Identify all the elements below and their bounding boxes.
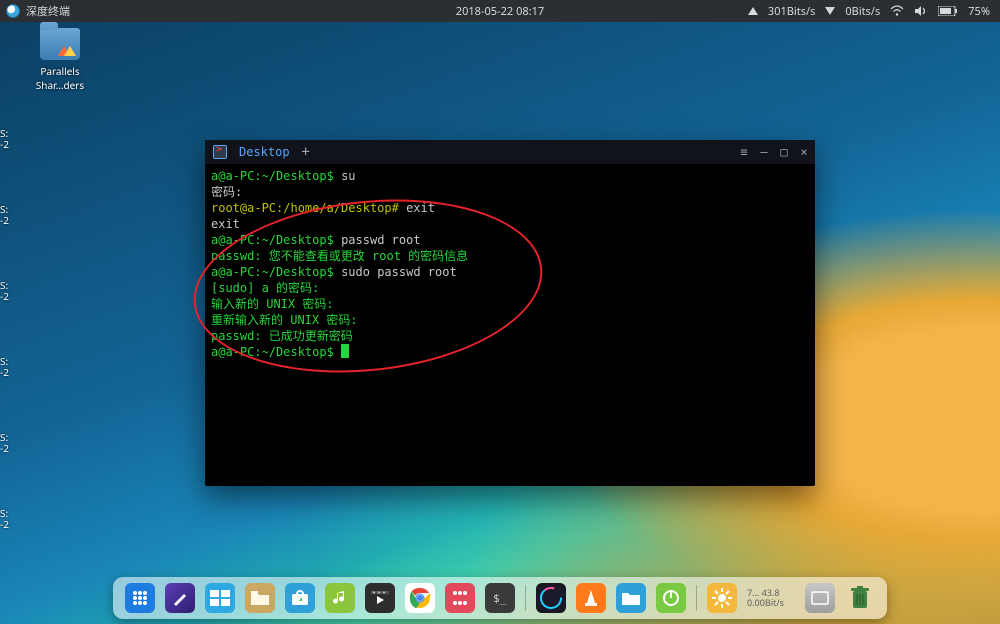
edge-date-6: S:-2 [0,508,9,530]
topbar-app-title: 深度终端 [26,3,70,19]
app-store-icon[interactable] [285,583,315,613]
terminal-window[interactable]: Desktop + ≡ – □ × a@a-PC:~/Desktop$ su 密… [205,140,815,486]
edge-date-2: S:-2 [0,204,9,226]
edge-date-3: S:-2 [0,280,9,302]
window-menu-button[interactable]: ≡ [737,145,751,159]
terminal-app-icon [213,145,227,159]
volume-icon[interactable] [914,5,928,17]
edge-date-1: S:-2 [0,128,9,150]
topbar-left: 深度终端 [0,3,70,19]
edge-date-4: S:-2 [0,356,9,378]
desktop-icon-label-1: Parallels [25,64,95,78]
chrome-icon[interactable] [405,583,435,613]
topbar-right: 301Bits/s 0Bits/s 75% [748,4,1000,19]
terminal-titlebar[interactable]: Desktop + ≡ – □ × [205,140,815,164]
dock: $_ 7… 43.8 0.00Bit/s [113,577,887,619]
system-monitor-icon[interactable] [536,583,566,613]
net-up-value: 301Bits/s [768,4,815,19]
dock-separator [525,585,526,611]
window-maximize-button[interactable]: □ [777,145,791,159]
topbar-datetime[interactable]: 2018-05-22 08:17 [456,4,544,19]
deepin-logo-icon[interactable] [6,4,20,18]
multitask-icon[interactable] [205,583,235,613]
video-icon[interactable] [365,583,395,613]
desktop-icon-parallels-shared[interactable]: Parallels Shar…ders [25,28,95,92]
desktop-icon-label-2: Shar…ders [25,78,95,92]
net-down-value: 0Bits/s [845,4,880,19]
show-desktop-icon[interactable] [805,583,835,613]
dock-separator-2 [696,585,697,611]
window-close-button[interactable]: × [797,145,811,159]
power-icon[interactable] [656,583,686,613]
top-bar: 深度终端 2018-05-22 08:17 301Bits/s 0Bits/s … [0,0,1000,22]
dock-network-meter: 7… 43.8 0.00Bit/s [747,588,795,608]
net-up-icon [748,7,758,15]
net-down-icon [825,7,835,15]
music-icon[interactable] [325,583,355,613]
control-center-icon[interactable] [445,583,475,613]
files-icon[interactable] [245,583,275,613]
vlc-icon[interactable] [576,583,606,613]
edge-date-5: S:-2 [0,432,9,454]
trash-icon[interactable] [845,583,875,613]
terminal-body[interactable]: a@a-PC:~/Desktop$ su 密码: root@a-PC:/home… [205,164,815,486]
battery-icon[interactable] [938,6,958,16]
text-editor-icon[interactable] [165,583,195,613]
svg-text:$_: $_ [493,592,507,605]
file-manager-dock-icon[interactable] [616,583,646,613]
folder-icon [40,28,80,60]
wifi-icon[interactable] [890,5,904,17]
terminal-tab[interactable]: Desktop [233,145,296,159]
launcher-icon[interactable] [125,583,155,613]
battery-percent: 75% [968,4,990,19]
new-tab-button[interactable]: + [296,144,316,160]
settings-dock-icon[interactable] [707,583,737,613]
terminal-cursor [341,344,349,358]
window-minimize-button[interactable]: – [757,145,771,159]
terminal-dock-icon[interactable]: $_ [485,583,515,613]
